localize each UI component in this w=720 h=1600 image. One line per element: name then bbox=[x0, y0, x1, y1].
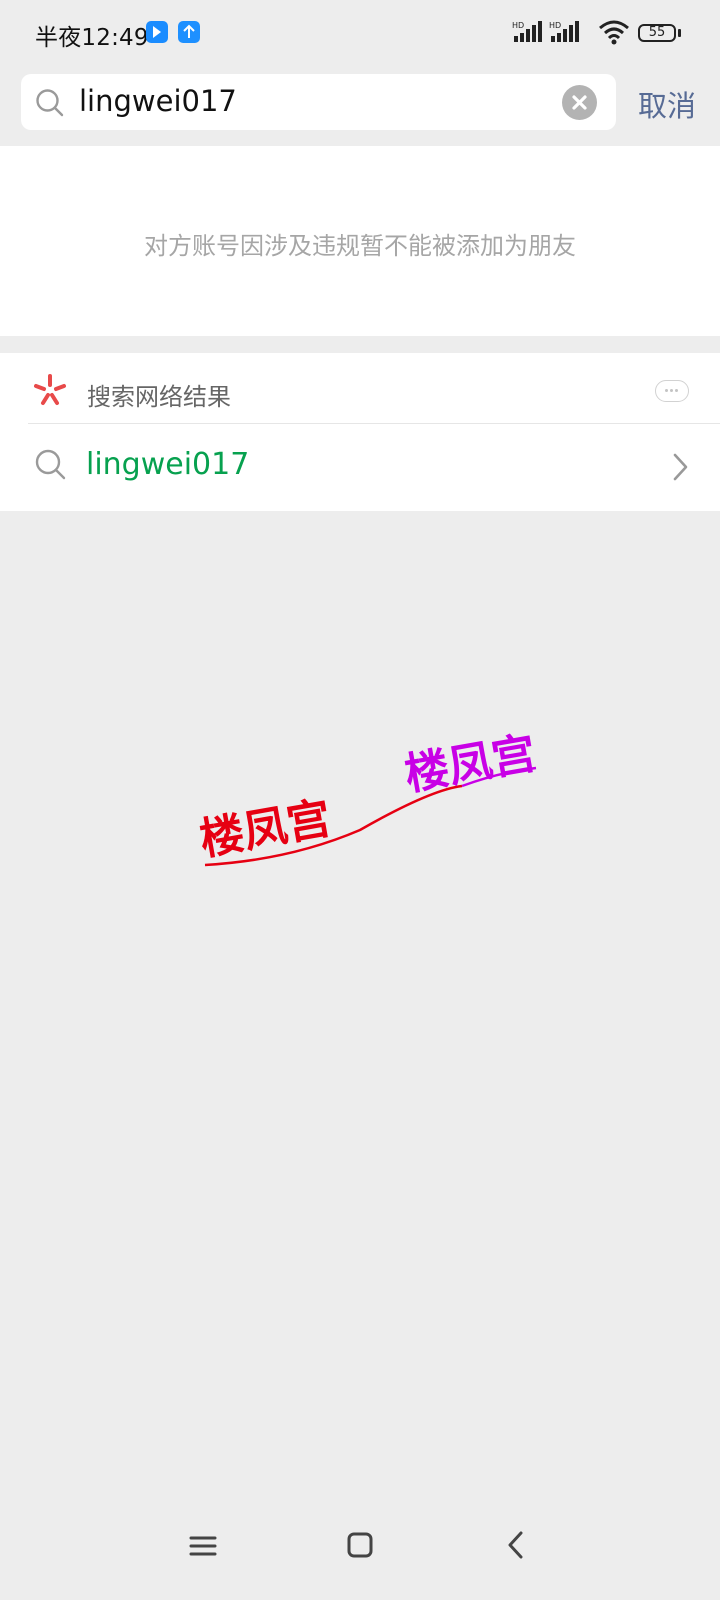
battery-level: 55 bbox=[648, 25, 666, 40]
watermark-text-purple: 楼凤宫 bbox=[401, 728, 540, 801]
home-button[interactable] bbox=[346, 1530, 374, 1564]
more-options-button[interactable] bbox=[655, 380, 689, 402]
network-search-result-row[interactable]: lingwei017 bbox=[0, 424, 720, 511]
notice-text: 对方账号因涉及违规暂不能被添加为朋友 bbox=[144, 232, 576, 260]
upload-notification-icon bbox=[178, 21, 200, 43]
notification-app-icon bbox=[146, 21, 168, 43]
system-navigation-bar bbox=[0, 1520, 720, 1600]
account-restricted-notice: 对方账号因涉及违规暂不能被添加为朋友 bbox=[0, 146, 720, 336]
search-input[interactable]: lingwei017 bbox=[21, 74, 616, 130]
cancel-button[interactable]: 取消 bbox=[638, 83, 696, 125]
battery-cap bbox=[678, 29, 681, 37]
home-square-icon bbox=[347, 1532, 373, 1558]
chevron-right-icon bbox=[672, 452, 690, 486]
back-button[interactable] bbox=[505, 1530, 527, 1564]
status-bar: 半夜12:49 HD HD 55 bbox=[0, 0, 720, 64]
network-results-section: 搜索网络结果 lingwei017 bbox=[0, 353, 720, 511]
battery-icon: 55 bbox=[638, 24, 676, 42]
search-icon bbox=[34, 448, 68, 486]
svg-text:HD: HD bbox=[512, 21, 524, 30]
back-chevron-icon bbox=[508, 1531, 523, 1559]
watermark-text-red: 楼凤宫 bbox=[196, 793, 335, 866]
svg-text:HD: HD bbox=[549, 21, 561, 30]
menu-icon bbox=[189, 1536, 217, 1556]
network-result-text: lingwei017 bbox=[86, 447, 250, 482]
more-icon-dot bbox=[670, 389, 673, 392]
more-icon-dot bbox=[675, 389, 678, 392]
recent-apps-button[interactable] bbox=[189, 1532, 217, 1564]
signal-sim2-icon: HD bbox=[549, 20, 581, 48]
watermark-curve-red bbox=[204, 784, 463, 867]
web-search-icon bbox=[32, 372, 68, 412]
close-icon bbox=[572, 95, 587, 110]
status-time: 半夜12:49 bbox=[35, 25, 149, 51]
wifi-icon bbox=[598, 19, 630, 49]
search-icon bbox=[35, 88, 65, 122]
search-query-text[interactable]: lingwei017 bbox=[79, 84, 237, 118]
watermark-curve-purple bbox=[461, 766, 537, 788]
clear-search-button[interactable] bbox=[562, 85, 597, 120]
more-icon bbox=[665, 389, 668, 392]
signal-sim1-icon: HD bbox=[512, 20, 544, 48]
network-results-label: 搜索网络结果 bbox=[87, 383, 231, 411]
